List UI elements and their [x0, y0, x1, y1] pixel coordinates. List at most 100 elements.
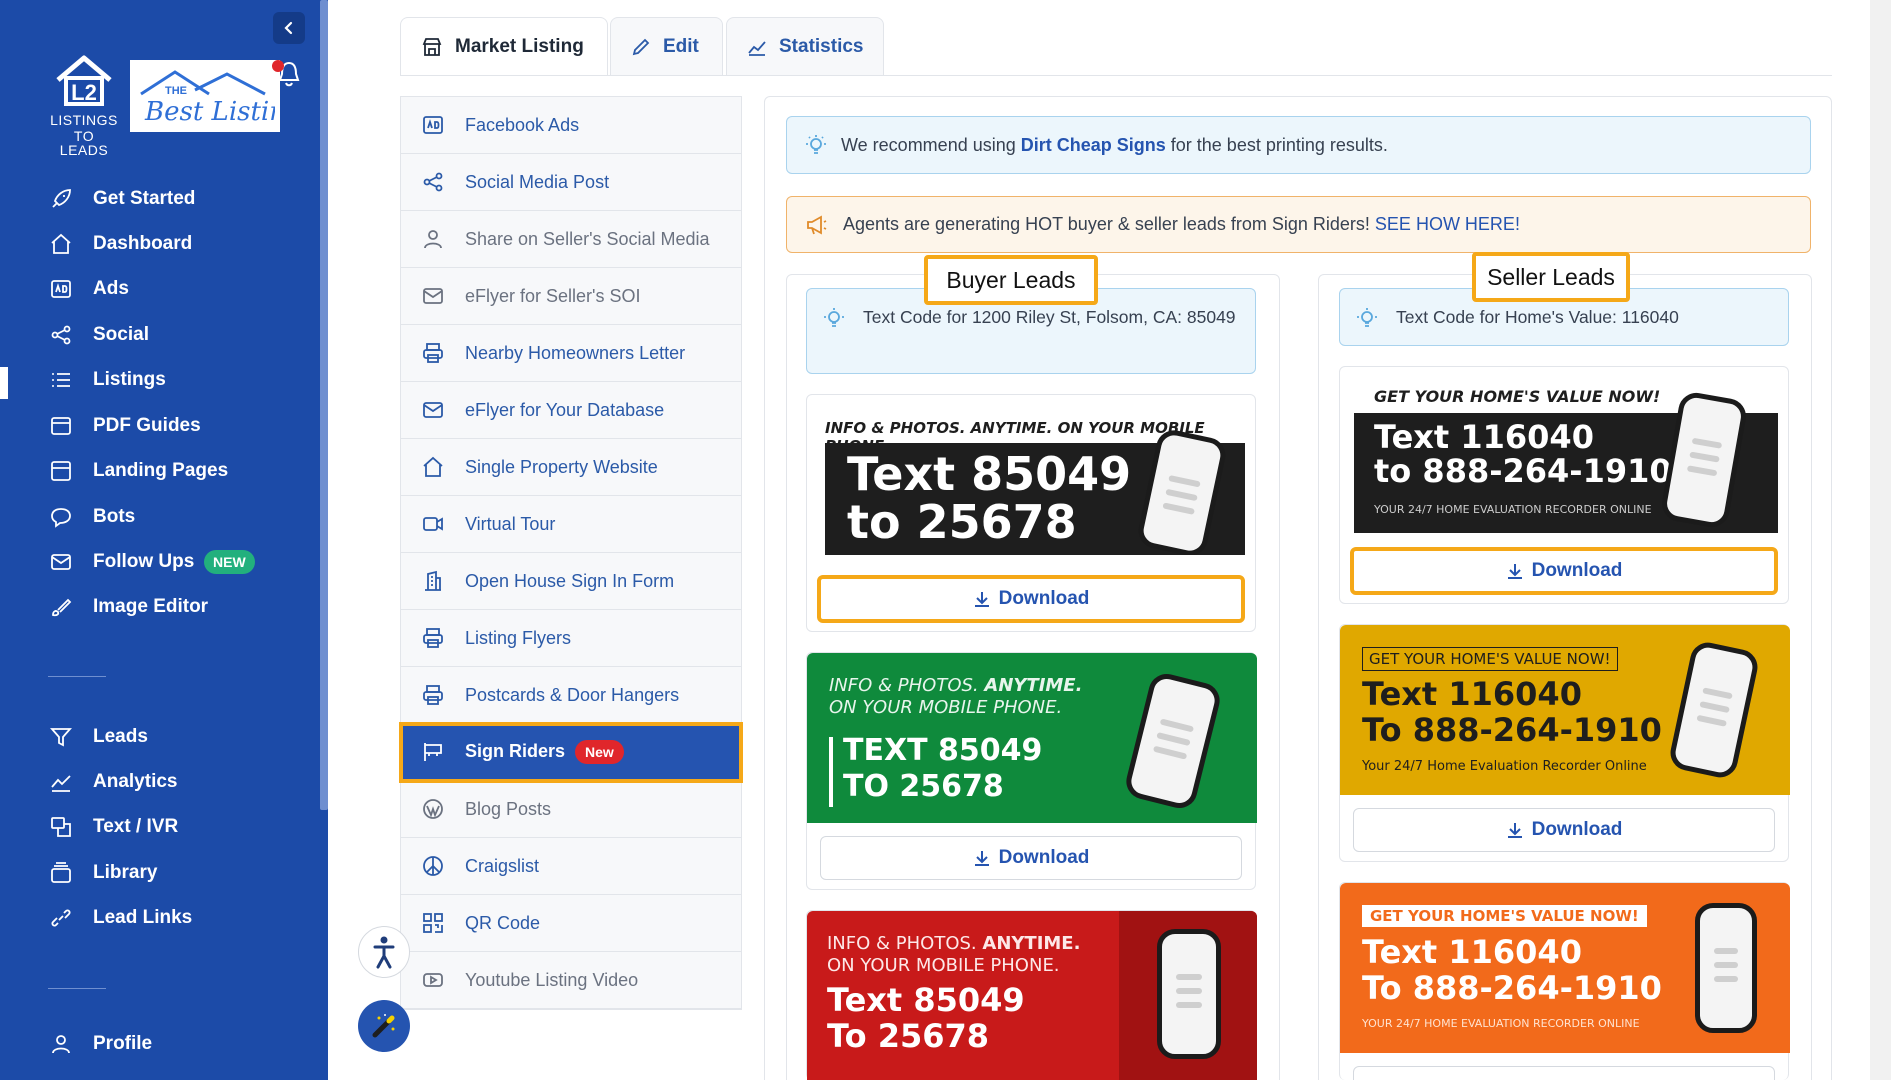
menu-item-label: Single Property Website: [465, 456, 658, 477]
menu-item-label: Sign Riders New: [465, 740, 624, 764]
menu-item-virtual-tour[interactable]: Virtual Tour: [401, 496, 741, 553]
menu-item-eflyer-for-your-database[interactable]: eFlyer for Your Database: [401, 382, 741, 439]
library-icon: [48, 860, 74, 886]
sidebar-item-text-ivr[interactable]: Text / IVR: [0, 807, 320, 847]
brush-icon: [48, 594, 74, 620]
pencil-icon: [631, 37, 651, 57]
menu-item-label: eFlyer for Seller's SOI: [465, 285, 641, 306]
menu-item-qr-code[interactable]: QR Code: [401, 895, 741, 952]
buyer-rider-red: INFO & PHOTOS. ANYTIME. ON YOUR MOBILE P…: [807, 911, 1257, 1080]
seller-rider-black: GET YOUR HOME'S VALUE NOW! Text 116040 t…: [1350, 375, 1778, 535]
sidebar-item-profile[interactable]: Profile: [0, 1024, 320, 1064]
sidebar-item-social[interactable]: Social: [0, 315, 320, 355]
buyer-rider-card: INFO & PHOTOS. ANYTIME. ON YOUR MOBILE P…: [806, 394, 1256, 632]
page-scrollbar[interactable]: [1870, 0, 1891, 1080]
sidebar-item-get-started[interactable]: Get Started: [0, 179, 320, 219]
sidebar-item-image-editor[interactable]: Image Editor: [0, 587, 320, 627]
accessibility-button[interactable]: [358, 926, 410, 978]
page-icon: [48, 458, 74, 484]
menu-item-sign-riders[interactable]: Sign Riders New: [399, 722, 743, 783]
menu-item-label: QR Code: [465, 912, 541, 933]
chat-icon: [48, 504, 74, 530]
qr-icon: [421, 911, 445, 935]
menu-item-label: Craigslist: [465, 855, 540, 876]
buyer-leads-callout: Buyer Leads: [924, 255, 1098, 305]
filter-icon: [48, 724, 74, 750]
share-icon: [48, 322, 74, 348]
menu-item-postcards-door-hangers[interactable]: Postcards & Door Hangers: [401, 667, 741, 724]
svg-text:Best Listing: Best Listing: [144, 97, 275, 127]
printing-recommendation-alert: We recommend using Dirt Cheap Signs for …: [786, 116, 1811, 174]
sidebar-scrollbar[interactable]: [320, 0, 328, 810]
best-listing-logo: THE Best Listing: [130, 60, 280, 132]
see-how-here-link[interactable]: SEE HOW HERE!: [1375, 214, 1520, 235]
sidebar-divider: [48, 988, 106, 989]
sidebar-item-pdf-guides[interactable]: PDF Guides: [0, 406, 320, 446]
seller-rider-yellow: GET YOUR HOME'S VALUE NOW! Text 116040 T…: [1340, 625, 1790, 795]
menu-item-label: Open House Sign In Form: [465, 570, 675, 591]
seller-rider-card: GET YOUR HOME'S VALUE NOW! Text 116040 T…: [1339, 624, 1790, 862]
mail-icon: [48, 549, 74, 575]
video-icon: [421, 512, 445, 536]
menu-item-single-property-website[interactable]: Single Property Website: [401, 439, 741, 496]
tab-market-listing[interactable]: Market Listing: [400, 17, 608, 75]
seller-leads-callout: Seller Leads: [1472, 252, 1630, 302]
sidebar-item-ads[interactable]: Ads: [0, 269, 320, 309]
sidebar-item-label: Social: [93, 324, 149, 345]
building-icon: [421, 569, 445, 593]
menu-item-youtube-listing-video[interactable]: Youtube Listing Video: [401, 952, 741, 1009]
sidebar-item-library[interactable]: Library: [0, 853, 320, 893]
magic-wand-icon: [372, 1014, 395, 1038]
menu-item-open-house-sign-in-form[interactable]: Open House Sign In Form: [401, 553, 741, 610]
sidebar-item-follow-ups[interactable]: Follow Ups NEW: [0, 542, 320, 582]
sms-icon: [48, 814, 74, 840]
user-icon: [48, 1031, 74, 1057]
menu-item-share-on-seller-s-social-media[interactable]: Share on Seller's Social Media: [401, 211, 741, 268]
sidebar-item-label: Dashboard: [93, 233, 193, 254]
sidebar-item-leads[interactable]: Leads: [0, 717, 320, 757]
menu-item-label: Share on Seller's Social Media: [465, 228, 710, 249]
youtube-icon: [421, 968, 445, 992]
tab-statistics[interactable]: Statistics: [726, 17, 884, 75]
sidebar-item-listings[interactable]: Listings: [0, 360, 320, 400]
buyer-rider-card: INFO & PHOTOS. ANYTIME. ON YOUR MOBILE P…: [806, 910, 1257, 1080]
printer-icon: [421, 626, 445, 650]
download-icon: [1506, 821, 1524, 839]
listings-to-leads-logo: L2 LISTINGS TO LEADS: [48, 54, 120, 157]
buyer-download-button-1[interactable]: Download: [817, 575, 1245, 623]
sidebar-item-dashboard[interactable]: Dashboard: [0, 224, 320, 264]
buyer-download-button-2[interactable]: Download: [820, 836, 1242, 880]
sidebar-item-bots[interactable]: Bots: [0, 497, 320, 537]
sidebar-item-label: Profile: [93, 1033, 153, 1054]
menu-item-blog-posts[interactable]: Blog Posts: [401, 781, 741, 838]
menu-item-eflyer-for-seller-s-soi[interactable]: eFlyer for Seller's SOI: [401, 268, 741, 325]
seller-download-button-3[interactable]: [1353, 1066, 1775, 1080]
seller-download-button-1[interactable]: Download: [1350, 547, 1778, 595]
menu-item-label: Postcards & Door Hangers: [465, 684, 680, 705]
sidebar-item-lead-links[interactable]: Lead Links: [0, 898, 320, 938]
magic-assistant-button[interactable]: [358, 1000, 410, 1052]
buyer-rider-green: INFO & PHOTOS. ANYTIME. ON YOUR MOBILE P…: [807, 653, 1257, 823]
sidebar: L2 LISTINGS TO LEADS THE Best Listing Ge…: [0, 0, 328, 1080]
home-icon: [421, 455, 445, 479]
seller-download-button-2[interactable]: Download: [1353, 808, 1775, 852]
sidebar-item-landing-pages[interactable]: Landing Pages: [0, 451, 320, 491]
tabs-divider: [400, 75, 1832, 76]
peace-icon: [421, 854, 445, 878]
menu-item-craigslist[interactable]: Craigslist: [401, 838, 741, 895]
menu-item-nearby-homeowners-letter[interactable]: Nearby Homeowners Letter: [401, 325, 741, 382]
chevron-left-icon: [284, 21, 293, 35]
sidebar-item-analytics[interactable]: Analytics: [0, 762, 320, 802]
tab-edit[interactable]: Edit: [610, 17, 723, 75]
sidebar-item-label: Library: [93, 862, 158, 883]
buyer-rider-card: INFO & PHOTOS. ANYTIME. ON YOUR MOBILE P…: [806, 652, 1257, 890]
pdf-icon: [48, 413, 74, 439]
menu-item-facebook-ads[interactable]: Facebook Ads: [401, 97, 741, 154]
dirt-cheap-signs-link[interactable]: Dirt Cheap Signs: [1021, 135, 1166, 156]
menu-item-label: Virtual Tour: [465, 513, 556, 534]
menu-item-listing-flyers[interactable]: Listing Flyers: [401, 610, 741, 667]
phone-illustration: [1122, 670, 1224, 812]
menu-item-social-media-post[interactable]: Social Media Post: [401, 154, 741, 211]
collapse-sidebar-button[interactable]: [273, 12, 305, 44]
phone-illustration: [1157, 929, 1221, 1059]
